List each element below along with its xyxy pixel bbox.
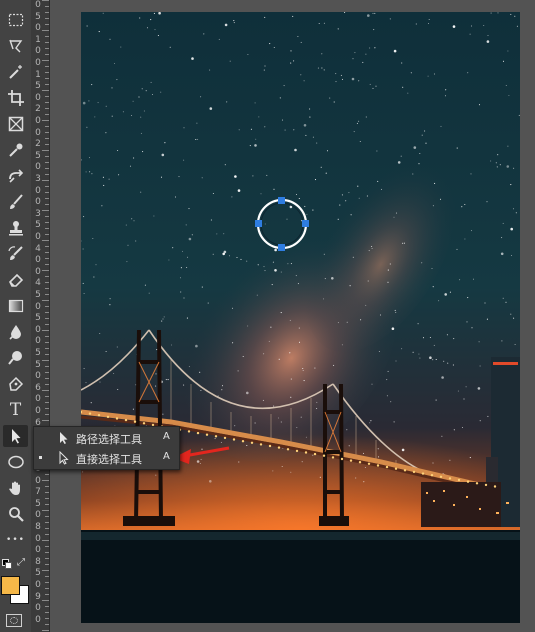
ruler-digit: 9: [35, 591, 41, 602]
history-brush-icon[interactable]: [3, 243, 28, 265]
ruler-digit: 0: [35, 266, 41, 277]
ruler-digit: 0: [35, 185, 41, 196]
ruler-digit: 3: [35, 174, 41, 184]
ruler-digit: 0: [35, 46, 41, 57]
ruler-digit: 5: [35, 313, 41, 324]
ruler-digit: 0: [35, 197, 41, 208]
ruler-digit: 0: [35, 394, 41, 405]
vertical-ruler[interactable]: 0501001502002503003504004505005506006507…: [31, 0, 50, 632]
direct-selection-tool-item[interactable]: 直接选择工具 A: [34, 448, 179, 468]
ellipsis-icon[interactable]: •••: [3, 529, 28, 551]
path-selection-tool-item[interactable]: 路径选择工具 A: [34, 428, 179, 448]
frame-icon[interactable]: [3, 113, 28, 135]
ruler-digit: 2: [35, 139, 41, 150]
crop-icon[interactable]: [3, 87, 28, 109]
stamp-icon[interactable]: [3, 217, 28, 239]
rect-marquee-icon[interactable]: [3, 9, 28, 31]
ruler-digit: 0: [35, 533, 41, 544]
ruler-digit: 5: [35, 498, 41, 509]
ruler-digit: 0: [35, 127, 41, 138]
ruler-digit: 5: [35, 220, 41, 231]
dodge-icon[interactable]: [3, 347, 28, 369]
selected-bullet-icon: [39, 456, 42, 459]
ruler-digit: 8: [35, 522, 41, 532]
ruler-digit: 0: [35, 23, 41, 34]
ruler-digit: 0: [35, 116, 41, 126]
flyout-item-label: 直接选择工具: [76, 453, 142, 466]
ruler-digit: 5: [35, 11, 41, 22]
tools-panel: T ••• ⤢: [0, 0, 32, 632]
ruler-digit: 5: [35, 290, 41, 300]
ruler-digit: 1: [35, 34, 41, 45]
ruler-digit: 0: [35, 510, 41, 521]
night-bridge-photo: [81, 12, 520, 623]
ruler-digit: 0: [35, 371, 41, 382]
flyout-item-shortcut: A: [163, 431, 170, 442]
hand-icon[interactable]: [3, 477, 28, 499]
magic-wand-icon[interactable]: [3, 61, 28, 83]
ruler-digit: 0: [35, 255, 41, 266]
arrow-cursor-icon: [60, 432, 68, 444]
flyout-item-shortcut: A: [163, 451, 170, 462]
ruler-digit: 0: [35, 162, 41, 173]
ruler-digit: 0: [35, 0, 41, 10]
ruler-digit: 0: [35, 58, 41, 68]
ruler-digit: 0: [35, 475, 41, 486]
ruler-digit: 2: [35, 104, 41, 115]
document-canvas[interactable]: [81, 12, 520, 623]
magnifier-icon[interactable]: [3, 503, 28, 525]
ruler-digit: 6: [35, 382, 41, 393]
ruler-digit: 5: [35, 348, 41, 358]
type-icon[interactable]: T: [3, 399, 28, 421]
ruler-digit: 0: [35, 580, 41, 590]
foreground-color-swatch[interactable]: [1, 576, 20, 595]
gradient-icon[interactable]: [3, 295, 28, 317]
lasso-icon[interactable]: [3, 35, 28, 57]
eyedropper-icon[interactable]: [3, 139, 28, 161]
hollow-arrow-cursor-icon: [59, 451, 69, 465]
ruler-digit: 0: [35, 603, 41, 614]
ruler-digit: 5: [35, 568, 41, 579]
ruler-digit: 0: [35, 301, 41, 312]
ruler-digit: 0: [35, 324, 41, 335]
flyout-item-label: 路径选择工具: [76, 433, 142, 446]
blur-drop-icon[interactable]: [3, 321, 28, 343]
ruler-digit: 0: [35, 406, 41, 416]
ruler-digit: 0: [35, 92, 41, 103]
swap-colors-icon[interactable]: ⤢: [17, 557, 25, 568]
quick-mask-icon[interactable]: [6, 614, 22, 627]
arrow-cursor-icon[interactable]: [3, 425, 28, 447]
ruler-digit: 4: [35, 278, 41, 289]
pen-icon[interactable]: [3, 373, 28, 395]
bandage-icon[interactable]: [3, 165, 28, 187]
ruler-digit: 0: [35, 336, 41, 347]
ruler-digit: 0: [35, 232, 41, 242]
ruler-digit: 3: [35, 208, 41, 219]
ruler-digit: 1: [35, 69, 41, 80]
ruler-digit: 0: [35, 614, 41, 625]
ruler-digit: 0: [35, 545, 41, 556]
ruler-digit: 5: [35, 150, 41, 161]
ruler-digit: 7: [35, 487, 41, 498]
brush-icon[interactable]: [3, 191, 28, 213]
ruler-digit: 4: [35, 243, 41, 254]
ruler-digit: 8: [35, 556, 41, 567]
ellipse-icon[interactable]: [3, 451, 28, 473]
default-colors-icon[interactable]: [2, 559, 12, 569]
ruler-digit: 5: [35, 81, 41, 92]
eraser-icon[interactable]: [3, 269, 28, 291]
ruler-digit: 5: [35, 359, 41, 370]
tool-flyout-menu: 路径选择工具 A 直接选择工具 A: [33, 426, 180, 470]
